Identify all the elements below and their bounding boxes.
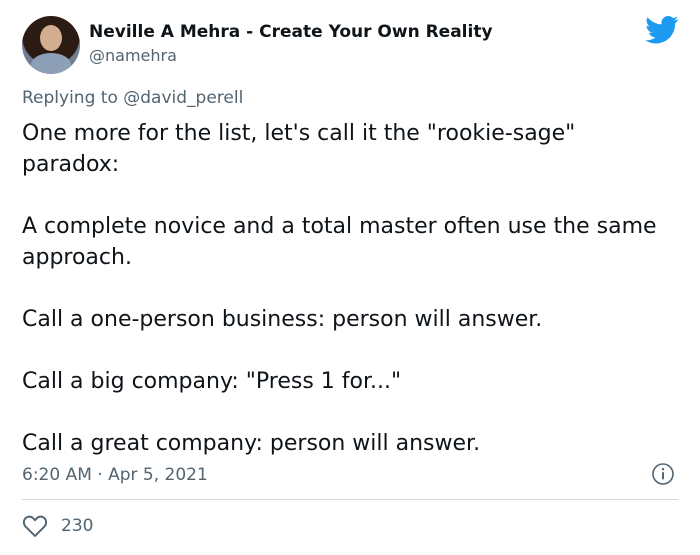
tweet-paragraph: Call a one-person business: person will … [22, 307, 543, 332]
author-display-name[interactable]: Neville A Mehra - Create Your Own Realit… [89, 22, 493, 42]
author-avatar[interactable] [22, 16, 80, 74]
reply-mention-link[interactable]: @david_perell [123, 88, 243, 108]
tweet-paragraph: Call a great company: person will answer… [22, 431, 481, 456]
like-count: 230 [61, 516, 94, 536]
tweet-paragraph: One more for the list, let's call it the… [22, 121, 576, 177]
author-handle[interactable]: @namehra [89, 46, 177, 66]
reply-prefix: Replying to [22, 88, 124, 108]
engagement-divider [22, 499, 678, 500]
tweet-paragraph: Call a big company: "Press 1 for..." [22, 369, 402, 394]
reply-context: Replying to @david_perell [22, 87, 243, 109]
heart-icon[interactable] [22, 514, 48, 538]
twitter-bird-icon[interactable] [645, 16, 679, 44]
tweet-paragraph: A complete novice and a total master oft… [22, 214, 657, 270]
info-icon[interactable] [651, 462, 675, 486]
tweet-card: Neville A Mehra - Create Your Own Realit… [0, 0, 700, 555]
tweet-timestamp[interactable]: 6:20 AM · Apr 5, 2021 [22, 464, 208, 486]
tweet-text: One more for the list, let's call it the… [22, 118, 677, 459]
